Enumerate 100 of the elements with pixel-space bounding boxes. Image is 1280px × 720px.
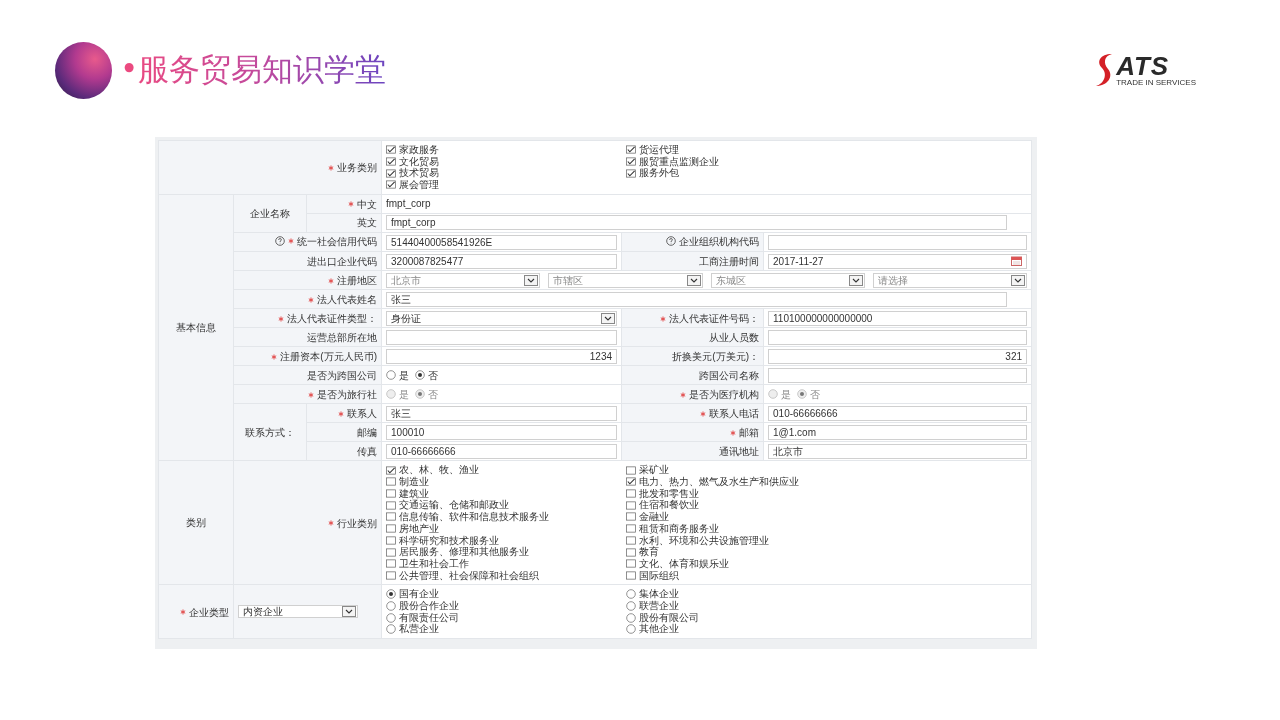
- input-field[interactable]: 100010: [386, 424, 617, 440]
- input-field[interactable]: 51440400058541926E: [386, 234, 617, 250]
- dropdown[interactable]: 东城区: [710, 272, 865, 288]
- input-field[interactable]: [768, 367, 1027, 383]
- checkbox-label[interactable]: 家政服务: [399, 144, 439, 156]
- checkbox-label[interactable]: 国际组织: [639, 569, 679, 582]
- radio-button[interactable]: [626, 600, 636, 611]
- checkbox[interactable]: [626, 489, 636, 499]
- checkbox-label[interactable]: 制造业: [399, 476, 429, 488]
- checkbox[interactable]: [626, 524, 636, 534]
- radio-label[interactable]: 集体企业: [639, 588, 679, 601]
- radio-button[interactable]: [626, 624, 636, 635]
- radio-label[interactable]: 有限责任公司: [399, 611, 459, 624]
- radio-label[interactable]: 私营企业: [399, 623, 439, 636]
- radio-label[interactable]: 股份合作企业: [399, 600, 459, 612]
- checkbox-label[interactable]: 租赁和商务服务业: [639, 522, 719, 535]
- checkbox-label[interactable]: 服务外包: [639, 167, 679, 180]
- checkbox[interactable]: [386, 500, 396, 510]
- caret-icon[interactable]: [1011, 274, 1025, 286]
- checkbox[interactable]: [386, 571, 396, 580]
- radio-button[interactable]: [386, 612, 396, 623]
- checkbox[interactable]: [386, 477, 396, 487]
- checkbox[interactable]: [386, 524, 396, 534]
- radio-label[interactable]: 其他企业: [639, 623, 679, 636]
- checkbox[interactable]: [386, 157, 396, 167]
- checkbox-label[interactable]: 交通运输、仓储和邮政业: [399, 499, 509, 512]
- caret-icon[interactable]: [686, 274, 701, 286]
- checkbox[interactable]: [626, 465, 636, 475]
- input-field[interactable]: 张三: [386, 291, 1007, 307]
- dropdown[interactable]: 内资企业: [238, 605, 358, 619]
- checkbox-label[interactable]: 展会管理: [399, 179, 439, 191]
- checkbox-label[interactable]: 采矿业: [639, 464, 669, 476]
- caret-icon[interactable]: [524, 274, 539, 286]
- input-field[interactable]: [768, 329, 1027, 345]
- checkbox-label[interactable]: 信息传输、软件和信息技术服务业: [399, 511, 549, 523]
- checkbox[interactable]: [626, 512, 636, 522]
- checkbox-label[interactable]: 服贸重点监测企业: [639, 155, 719, 168]
- radio-button[interactable]: [386, 589, 396, 600]
- checkbox[interactable]: [626, 145, 636, 155]
- checkbox[interactable]: [386, 145, 396, 155]
- radio-label[interactable]: 否: [428, 367, 438, 383]
- checkbox[interactable]: [386, 512, 396, 522]
- checkbox-label[interactable]: 文化、体育和娱乐业: [639, 557, 729, 570]
- input-field[interactable]: 3200087825477: [386, 253, 617, 269]
- checkbox-label[interactable]: 金融业: [639, 511, 669, 523]
- checkbox-label[interactable]: 农、林、牧、渔业: [399, 464, 479, 476]
- checkbox-label[interactable]: 卫生和社会工作: [399, 557, 469, 570]
- date-field[interactable]: 2017-11-27: [768, 253, 1027, 269]
- radio-label[interactable]: 是: [399, 367, 409, 383]
- radio-label[interactable]: 联营企业: [639, 600, 679, 612]
- checkbox-label[interactable]: 电力、热力、燃气及水生产和供应业: [639, 476, 799, 488]
- radio-label[interactable]: 国有企业: [399, 588, 439, 601]
- checkbox-label[interactable]: 建筑业: [399, 487, 429, 500]
- checkbox[interactable]: [386, 535, 396, 545]
- checkbox[interactable]: [386, 547, 396, 557]
- dropdown[interactable]: 北京市: [386, 272, 541, 288]
- radio-button[interactable]: [386, 370, 396, 381]
- checkbox[interactable]: [626, 477, 636, 487]
- checkbox-label[interactable]: 技术贸易: [399, 167, 439, 180]
- radio-button[interactable]: [386, 624, 396, 635]
- caret-icon[interactable]: [342, 606, 356, 618]
- checkbox-label[interactable]: 房地产业: [399, 522, 439, 535]
- checkbox[interactable]: [626, 547, 636, 557]
- checkbox[interactable]: [626, 571, 636, 580]
- input-field[interactable]: 010-66666666: [386, 443, 617, 459]
- dropdown[interactable]: 身份证: [386, 310, 617, 326]
- radio-button[interactable]: [626, 589, 636, 600]
- input-field[interactable]: [386, 329, 617, 345]
- input-field[interactable]: 1@1.com: [768, 424, 1027, 440]
- checkbox-label[interactable]: 货运代理: [639, 144, 679, 156]
- checkbox-label[interactable]: 公共管理、社会保障和社会组织: [399, 569, 539, 582]
- input-field[interactable]: 110100000000000000: [768, 310, 1027, 326]
- input-field[interactable]: 张三: [386, 405, 617, 421]
- checkbox-label[interactable]: 批发和零售业: [639, 487, 699, 500]
- input-field[interactable]: fmpt_corp: [386, 215, 1007, 231]
- input-field[interactable]: 北京市: [768, 443, 1027, 459]
- input-field[interactable]: 321: [768, 348, 1027, 364]
- checkbox[interactable]: [386, 168, 396, 178]
- checkbox-label[interactable]: 居民服务、修理和其他服务业: [399, 546, 529, 558]
- checkbox-label[interactable]: 住宿和餐饮业: [639, 499, 699, 512]
- radio-button[interactable]: [386, 600, 396, 611]
- checkbox[interactable]: [386, 489, 396, 499]
- checkbox-label[interactable]: 水利、环境和公共设施管理业: [639, 534, 769, 547]
- dropdown[interactable]: 请选择: [872, 272, 1027, 288]
- checkbox-label[interactable]: 文化贸易: [399, 155, 439, 168]
- checkbox[interactable]: [386, 465, 396, 475]
- checkbox-label[interactable]: 教育: [639, 546, 659, 558]
- radio-button[interactable]: [626, 612, 636, 623]
- caret-icon[interactable]: [848, 274, 863, 286]
- input-field[interactable]: 1234: [386, 348, 617, 364]
- checkbox[interactable]: [386, 559, 396, 569]
- checkbox-label[interactable]: 科学研究和技术服务业: [399, 534, 499, 547]
- checkbox[interactable]: [626, 559, 636, 569]
- dropdown[interactable]: 市辖区: [548, 272, 703, 288]
- caret-icon[interactable]: [601, 312, 615, 324]
- checkbox[interactable]: [626, 157, 636, 167]
- checkbox[interactable]: [626, 168, 636, 178]
- checkbox[interactable]: [386, 180, 396, 190]
- input-field[interactable]: [768, 234, 1027, 250]
- radio-label[interactable]: 股份有限公司: [639, 611, 699, 624]
